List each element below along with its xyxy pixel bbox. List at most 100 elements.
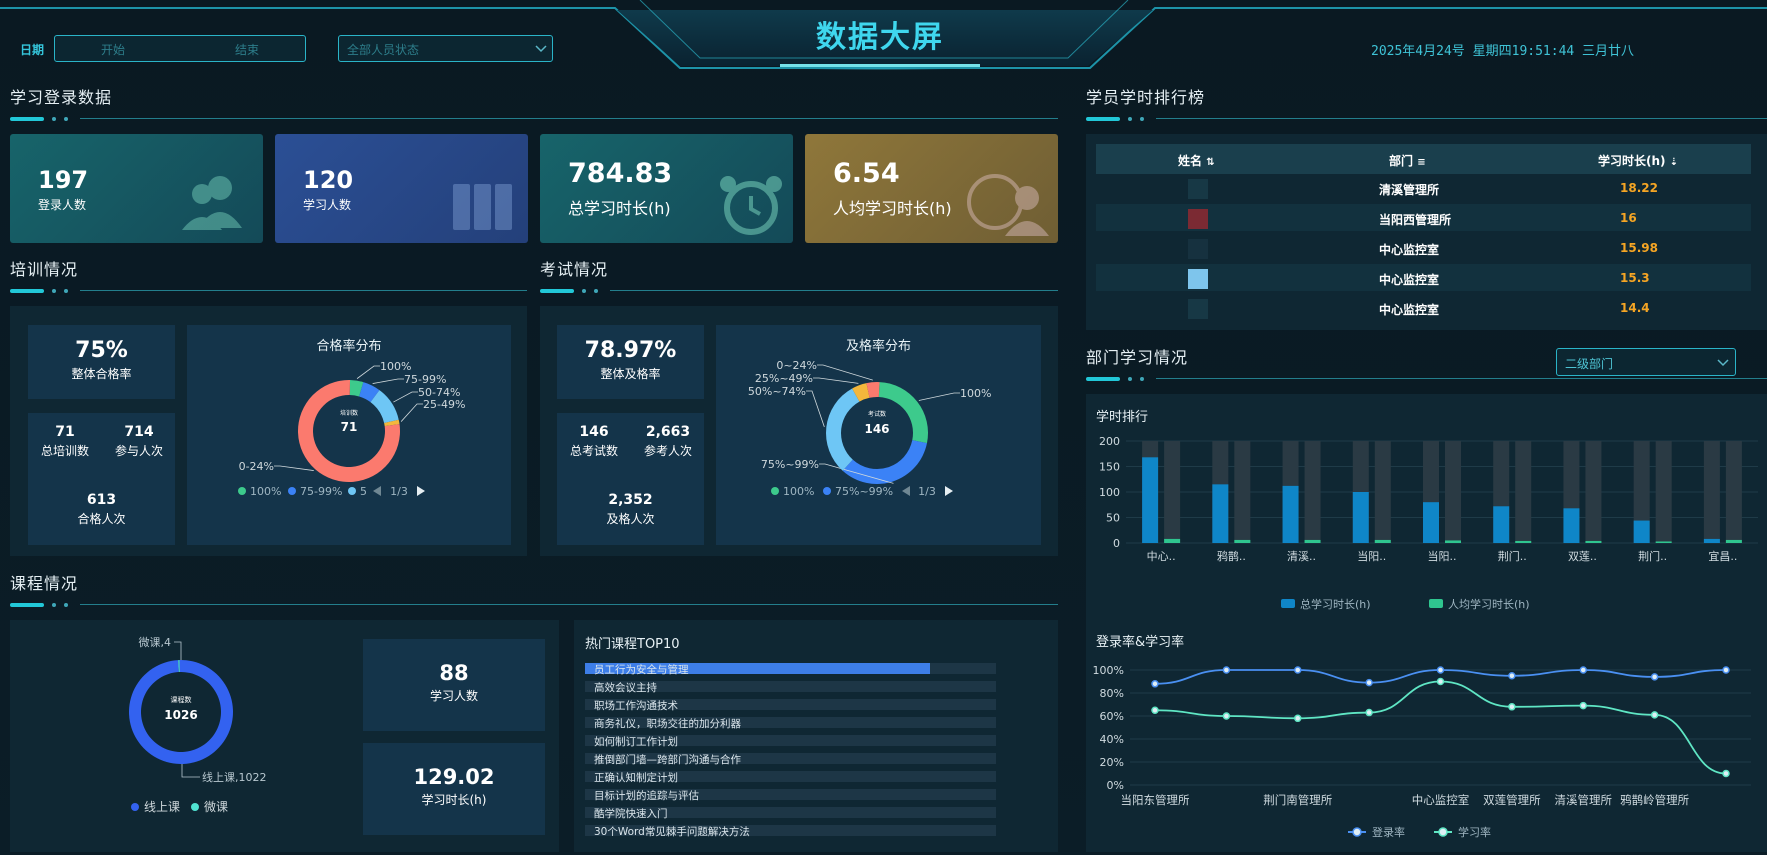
bar-background xyxy=(1515,441,1532,543)
legend-label[interactable]: 5 xyxy=(360,485,367,498)
legend-label[interactable]: 学习率 xyxy=(1458,825,1491,839)
bar-background xyxy=(1725,441,1742,543)
bar[interactable] xyxy=(1445,540,1461,543)
filter-icon[interactable]: ≡ xyxy=(1417,157,1425,168)
bar[interactable] xyxy=(1703,538,1720,543)
bar[interactable] xyxy=(1563,508,1580,543)
line-point[interactable] xyxy=(1722,666,1730,674)
prev-page-icon[interactable] xyxy=(902,486,910,496)
bar[interactable] xyxy=(1725,539,1742,543)
hot-course-row[interactable]: 30个Word常见棘手问题解决方法 xyxy=(585,825,996,838)
line-chart-title: 登录率&学习率 xyxy=(1096,635,1185,650)
bar[interactable] xyxy=(1234,539,1251,543)
pie-slice[interactable] xyxy=(842,440,927,484)
legend-label[interactable]: 100% xyxy=(783,485,814,498)
end-date-input[interactable]: 结束 xyxy=(235,41,259,58)
status-select[interactable]: 全部人员状态 xyxy=(338,35,553,62)
hot-course-row[interactable]: 员工行为安全与管理 xyxy=(585,663,996,676)
course-hours-value: 129.02 xyxy=(413,765,495,789)
sort-icon[interactable]: ⇅ xyxy=(1206,157,1214,168)
bar[interactable] xyxy=(1142,457,1159,543)
dept-panel: 学时排行 0 50 100 150 200 中心.. 鸦鹊.. 清溪.. 当阳.. 当阳.. 荆门.… xyxy=(1086,394,1767,852)
ranking-hours: 18.22 xyxy=(1620,181,1658,195)
pie-slice[interactable] xyxy=(826,388,860,471)
line-point[interactable] xyxy=(1579,666,1587,674)
bar[interactable] xyxy=(1212,484,1229,543)
login-count-card: 197 登录人数 xyxy=(10,134,263,243)
line-point[interactable] xyxy=(1722,769,1730,778)
line-point[interactable] xyxy=(1222,712,1231,720)
dept-level-select[interactable]: 二级部门 xyxy=(1556,348,1736,376)
legend-label[interactable]: 线上课 xyxy=(144,800,180,814)
hot-course-row[interactable]: 如何制订工作计划 xyxy=(585,735,996,748)
hot-course-row[interactable]: 商务礼仪，职场交往的加分利器 xyxy=(585,717,996,730)
legend-label[interactable]: 75%~99% xyxy=(835,485,893,498)
hot-course-row[interactable]: 推倒部门墙—跨部门沟通与合作 xyxy=(585,753,996,766)
bar[interactable] xyxy=(1423,502,1439,543)
line-point[interactable] xyxy=(1151,706,1159,714)
ranking-row[interactable]: 清溪管理所 18.22 xyxy=(1096,174,1751,201)
bar[interactable] xyxy=(1585,540,1602,543)
bar[interactable] xyxy=(1655,541,1672,543)
ranking-dept: 中心监控室 xyxy=(1379,273,1440,287)
hot-course-row[interactable]: 目标计划的追踪与评估 xyxy=(585,789,996,802)
bar[interactable] xyxy=(1282,485,1299,543)
training-pass-value: 613 xyxy=(86,492,117,508)
x-tick-label: 当阳.. xyxy=(1357,549,1386,563)
exam-pass-rate-label: 整体及格率 xyxy=(600,367,661,381)
col-name-header[interactable]: 姓名 ⇅ xyxy=(1178,152,1215,169)
line-point[interactable] xyxy=(1579,701,1587,710)
date-range-picker[interactable]: 开始 结束 xyxy=(54,35,306,62)
sort-desc-icon[interactable]: ⇣ xyxy=(1670,157,1678,168)
bar[interactable] xyxy=(1374,539,1391,543)
x-tick-label: 荆门.. xyxy=(1638,549,1667,563)
pie-label: 25%~49% xyxy=(755,372,813,385)
line-point[interactable] xyxy=(1508,703,1516,711)
ranking-row[interactable]: 中心监控室 15.98 xyxy=(1096,234,1751,261)
line-point[interactable] xyxy=(1365,678,1373,687)
line-point[interactable] xyxy=(1294,666,1302,674)
hot-course-row[interactable]: 高效会议主持 xyxy=(585,681,996,694)
line-point[interactable] xyxy=(1436,677,1445,686)
hot-course-name: 职场工作沟通技术 xyxy=(594,700,678,712)
line-point[interactable] xyxy=(1650,711,1659,719)
ranking-row[interactable]: 中心监控室 15.3 xyxy=(1096,264,1751,291)
legend-label[interactable]: 人均学习时长(h) xyxy=(1448,597,1530,611)
training-pie-chart: 100%75-99%50-74%25-49%0-24%培训数71100% 75-9… xyxy=(238,360,465,498)
bar[interactable] xyxy=(1304,539,1321,543)
legend-label[interactable]: 75-99% xyxy=(300,485,342,498)
next-page-icon[interactable] xyxy=(417,486,425,496)
hot-course-row[interactable]: 职场工作沟通技术 xyxy=(585,699,996,712)
col-dept-header[interactable]: 部门 ≡ xyxy=(1389,152,1426,169)
legend-label[interactable]: 微课 xyxy=(204,800,228,814)
bar[interactable] xyxy=(1352,492,1369,543)
line-point[interactable] xyxy=(1508,672,1516,680)
prev-page-icon[interactable] xyxy=(373,486,381,496)
hot-course-row[interactable]: 正确认知制定计划 xyxy=(585,771,996,784)
line-point[interactable] xyxy=(1294,714,1302,723)
bar[interactable] xyxy=(1515,540,1532,543)
ranking-hours: 15.3 xyxy=(1620,271,1650,285)
line-point[interactable] xyxy=(1151,680,1159,688)
bar[interactable] xyxy=(1164,538,1181,543)
legend-label[interactable]: 总学习时长(h) xyxy=(1300,597,1371,611)
line-point[interactable] xyxy=(1650,673,1659,681)
hot-course-name: 高效会议主持 xyxy=(594,682,657,694)
col-hours-header[interactable]: 学习时长(h) ⇣ xyxy=(1598,152,1678,169)
line-point[interactable] xyxy=(1436,666,1445,674)
hot-course-name: 商务礼仪，职场交往的加分利器 xyxy=(594,718,741,730)
legend-label[interactable]: 100% xyxy=(250,485,281,498)
legend-dot xyxy=(348,487,356,495)
ranking-row[interactable]: 当阳西管理所 16 xyxy=(1096,204,1751,231)
start-date-input[interactable]: 开始 xyxy=(101,41,125,58)
hot-course-row[interactable]: 酷学院快速入门 xyxy=(585,807,996,820)
line-point[interactable] xyxy=(1365,708,1373,717)
ranking-row[interactable]: 中心监控室 14.4 xyxy=(1096,294,1751,321)
hot-course-name: 正确认知制定计划 xyxy=(594,772,678,784)
bar[interactable] xyxy=(1493,506,1510,543)
next-page-icon[interactable] xyxy=(945,486,953,496)
bar-background xyxy=(1585,441,1602,543)
line-point[interactable] xyxy=(1222,666,1231,674)
bar[interactable] xyxy=(1633,520,1650,543)
legend-label[interactable]: 登录率 xyxy=(1372,825,1405,839)
